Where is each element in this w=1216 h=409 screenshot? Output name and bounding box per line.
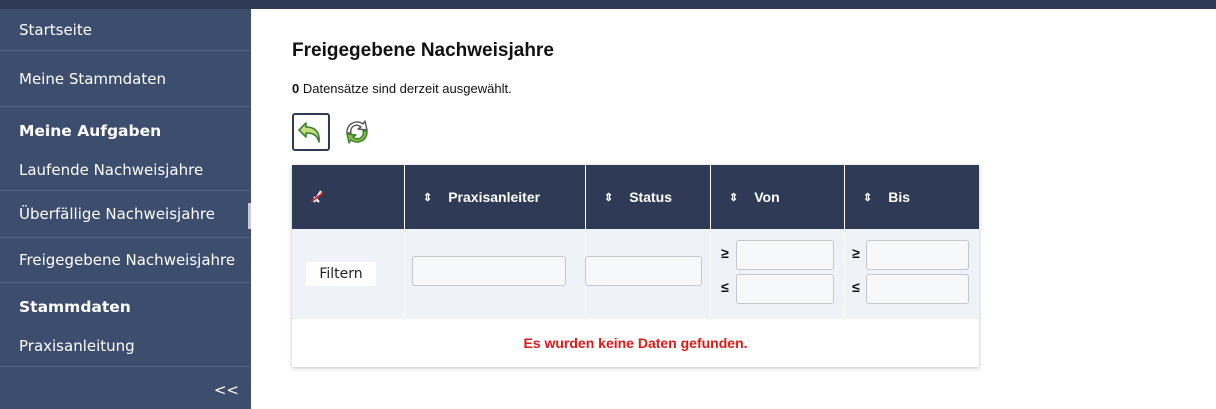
column-header-status[interactable]: ⇕ Status: [585, 165, 710, 229]
select-all-icon: [311, 190, 324, 203]
filter-cell-action: Filtern: [292, 229, 404, 319]
sidebar-item-label: Meine Stammdaten: [19, 69, 166, 88]
sidebar-item-startseite[interactable]: Startseite: [0, 9, 251, 51]
von-min-input[interactable]: [736, 240, 834, 270]
status-filter-input[interactable]: [585, 256, 702, 286]
filter-row: Filtern ≥ ≤ ≥ ≤: [292, 229, 979, 319]
column-label: Bis: [888, 189, 911, 205]
less-equal-label: ≤: [721, 279, 729, 295]
sidebar-item-label: Freigegebene Nachweisjahre: [19, 251, 236, 269]
greater-equal-label: ≥: [852, 245, 860, 261]
column-label: Von: [754, 189, 780, 205]
sidebar-item-freigegebene-nachweisjahre[interactable]: Freigegebene Nachweisjahre: [0, 238, 251, 283]
sidebar-item-meine-stammdaten[interactable]: Meine Stammdaten: [0, 51, 251, 107]
sidebar-item-ueberfaellige-nachweisjahre[interactable]: Überfällige Nachweisjahre: [0, 191, 251, 238]
refresh-icon: [346, 120, 368, 144]
sidebar-item-praxisanleitung[interactable]: Praxisanleitung: [0, 325, 251, 367]
sort-icon: ⇕: [729, 191, 739, 204]
select-column-header[interactable]: [292, 165, 404, 229]
sidebar-section-label: Meine Aufgaben: [19, 122, 162, 140]
empty-message: Es wurden keine Daten gefunden.: [523, 335, 748, 351]
data-table: ⇕ Praxisanleiter ⇕ Status ⇕ Von ⇕ Bis Filter…: [292, 165, 979, 367]
filter-cell-von: ≥ ≤: [710, 229, 844, 319]
filter-cell-status: [585, 229, 710, 319]
sort-icon: ⇕: [863, 191, 873, 204]
selection-info: 0 Datensätze sind derzeit ausgewählt.: [292, 81, 512, 96]
column-label: Status: [629, 189, 673, 205]
less-equal-label: ≤: [852, 279, 860, 295]
undo-arrow-icon: [298, 122, 320, 143]
sidebar-section-stammdaten: Stammdaten: [0, 283, 251, 331]
refresh-button[interactable]: [339, 113, 375, 151]
filter-button[interactable]: Filtern: [306, 262, 376, 286]
column-header-von[interactable]: ⇕ Von: [710, 165, 844, 229]
column-label: Praxisanleiter: [448, 189, 541, 205]
sidebar-item-label: Überfällige Nachweisjahre: [19, 205, 215, 223]
sidebar-item-label: Startseite: [19, 20, 92, 39]
sidebar-section-label: Stammdaten: [19, 298, 131, 316]
filter-cell-praxisanleiter: [404, 229, 585, 319]
bis-min-input[interactable]: [866, 240, 969, 270]
von-max-input[interactable]: [736, 274, 834, 304]
top-accent-bar: [0, 0, 1216, 9]
bis-max-input[interactable]: [866, 274, 969, 304]
sidebar-item-laufende-nachweisjahre[interactable]: Laufende Nachweisjahre: [0, 149, 251, 191]
column-header-bis[interactable]: ⇕ Bis: [844, 165, 979, 229]
page-title: Freigegebene Nachweisjahre: [292, 40, 554, 61]
column-header-praxisanleiter[interactable]: ⇕ Praxisanleiter: [404, 165, 585, 229]
sidebar-collapse-button[interactable]: <<: [214, 381, 239, 399]
praxisanleiter-filter-input[interactable]: [412, 256, 566, 286]
sidebar-item-label: Laufende Nachweisjahre: [19, 160, 204, 179]
sidebar: Startseite Meine Stammdaten Meine Aufgab…: [0, 9, 251, 409]
filter-cell-bis: ≥ ≤: [844, 229, 979, 319]
table-header: ⇕ Praxisanleiter ⇕ Status ⇕ Von ⇕ Bis: [292, 165, 979, 229]
sidebar-item-label: Praxisanleitung: [19, 336, 135, 355]
greater-equal-label: ≥: [721, 245, 729, 261]
back-button[interactable]: [292, 113, 330, 151]
selection-text: Datensätze sind derzeit ausgewählt.: [299, 81, 512, 96]
main-content: Freigegebene Nachweisjahre 0 Datensätze …: [251, 9, 1216, 409]
sort-icon: ⇕: [604, 191, 614, 204]
sort-icon: ⇕: [423, 191, 433, 204]
sidebar-section-meine-aufgaben: Meine Aufgaben: [0, 107, 251, 155]
